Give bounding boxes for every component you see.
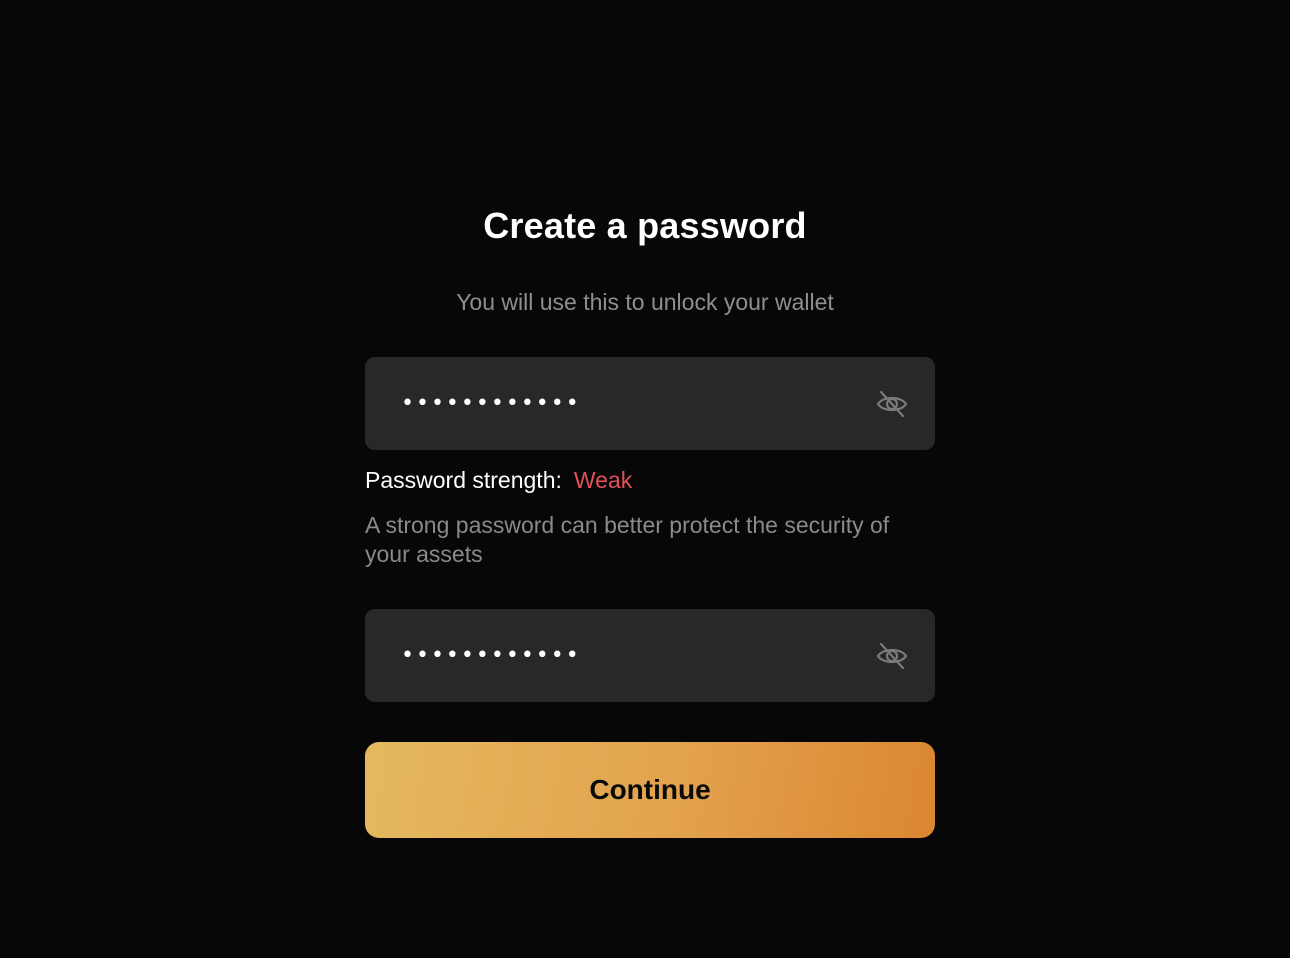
continue-button[interactable]: Continue [365, 742, 935, 838]
confirm-password-input[interactable] [401, 609, 861, 702]
page-subtitle: You will use this to unlock your wallet [456, 289, 834, 315]
password-input[interactable] [401, 357, 861, 450]
page-title: Create a password [483, 205, 807, 246]
password-field-container [365, 357, 935, 450]
password-hint: A strong password can better protect the… [365, 512, 890, 567]
eye-off-icon[interactable] [875, 387, 909, 421]
create-password-screen: Create a password You will use this to u… [0, 0, 1290, 958]
password-strength: Password strength: Weak [365, 465, 632, 495]
password-strength-value: Weak [573, 467, 633, 493]
password-strength-label: Password strength: [365, 467, 562, 493]
eye-off-icon[interactable] [875, 639, 909, 673]
confirm-password-field-container [365, 609, 935, 702]
